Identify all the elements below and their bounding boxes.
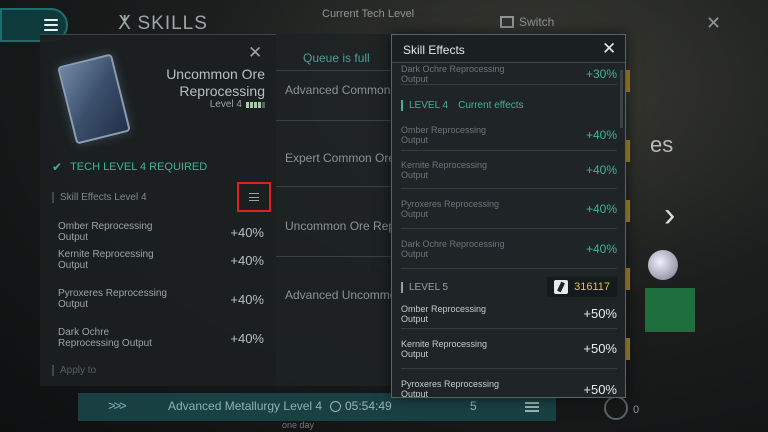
effect-name: Dark Ochre Reprocessing Output [58,327,152,349]
requirement-text: TECH LEVEL 4 REQUIRED [70,161,208,173]
level-label: LEVEL 4 [409,100,449,111]
training-task: Advanced Metallurgy Level 4 [168,399,323,413]
effect-row: Kernite Reprocessing Output +40% [58,249,264,271]
tech-level-label: Current Tech Level [322,8,415,20]
effect-row: Dark Ochre Reprocessing Output +30% [401,63,617,85]
effect-name: Pyroxeres Reprocessing Output [58,288,167,310]
effect-value: +50% [583,306,617,321]
effect-name: Omber Reprocessing Output [58,221,153,243]
effect-row: Omber Reprocessing Output +40% [58,221,264,243]
effect-value: +40% [230,252,264,268]
effect-name: Kernite Reprocessing Output [401,338,488,359]
clock-icon [330,400,341,412]
effect-value: +40% [585,201,617,216]
check-icon: ✔ [52,160,63,174]
queue-item[interactable]: Uncommon Ore Rep [285,219,395,233]
speedup-count: 0 [633,404,640,416]
level-pips [246,101,265,108]
current-effects-label: Current effects [458,100,524,111]
effects-header: Skill Effects Level 4 [52,192,147,203]
effect-value: +40% [230,291,264,307]
page-title-text: SKILLS [137,12,208,34]
green-tile[interactable] [645,288,695,332]
skill-points-cost: 316117 [547,277,617,297]
effect-row: Omber Reprocessing Output +50% [401,299,617,329]
training-count: 5 [470,399,477,413]
training-time: 05:54:49 [330,399,392,413]
skill-level-label: Level 4 [209,99,242,110]
effect-name: Dark Ochre Reprocessing Output [401,63,505,84]
modal-title: Skill Effects [403,43,465,57]
effect-name: Kernite Reprocessing Output [401,159,488,180]
effect-row: Pyroxeres Reprocessing Output +40% [58,288,264,310]
effect-name: Pyroxeres Reprocessing Output [401,379,500,398]
sp-cost-value: 316117 [574,281,610,293]
effect-name: Dark Ochre Reprocessing Output [401,238,505,259]
partial-text: es [650,132,674,157]
effect-row: Kernite Reprocessing Output +40% [401,151,617,189]
divider [276,256,396,257]
hamburger-icon [44,19,58,31]
effect-name: Kernite Reprocessing Output [58,249,154,271]
effect-name: Omber Reprocessing Output [401,124,487,145]
effect-value: +40% [230,330,264,346]
queue-item[interactable]: Expert Common Ore [285,151,395,165]
close-panel-icon[interactable]: ✕ [248,43,262,63]
skill-point-icon [554,280,569,294]
queue-item[interactable]: Advanced Uncommo [285,288,396,302]
close-icon[interactable]: ✕ [706,13,721,34]
effect-row: Omber Reprocessing Output +40% [401,119,617,151]
switch-icon [500,16,514,28]
apply-section: Apply to [52,365,96,376]
skill-detail-panel: ✕ Uncommon Ore Reprocessing Level 4 ✔ TE… [40,34,276,386]
divider [276,120,396,121]
effect-row: Dark Ochre Reprocessing Output +40% [58,327,264,349]
time-value: 05:54:49 [345,399,392,413]
effect-value: +40% [585,162,617,177]
switch-label: Switch [519,15,555,29]
skill-effects-list-button[interactable] [237,182,271,212]
close-icon[interactable]: ✕ [602,39,616,59]
queue-status: Queue is full [303,51,370,65]
level-label: LEVEL 5 [401,281,448,293]
skill-effects-modal: Skill Effects ✕ Dark Ochre Reprocessing … [391,34,626,398]
list-icon [249,193,259,201]
effect-value: +40% [230,224,264,240]
effect-value: +30% [585,66,617,81]
chevron-right-icon[interactable]: › [664,196,675,235]
effect-value: +50% [583,341,617,356]
planet-icon [648,250,678,280]
tech-requirement: ✔ TECH LEVEL 4 REQUIRED [52,160,207,174]
skills-icon: ⵅ [118,13,132,34]
effect-value: +50% [583,381,617,397]
training-arrows-icon: >>> [108,398,127,413]
modal-scrollbar[interactable] [620,70,623,128]
effect-row: Pyroxeres Reprocessing Output +50% [401,369,617,398]
effect-row: Dark Ochre Reprocessing Output +40% [401,229,617,269]
training-subtext: one day [282,420,315,430]
level-4-header: LEVEL 4 Current effects [401,100,524,111]
level-5-header: LEVEL 5 316117 [401,277,617,297]
effect-name: Omber Reprocessing Output [401,303,487,324]
skill-level: Level 4 [210,99,265,110]
skill-name: Uncommon Ore Reprocessing [166,66,265,99]
effect-value: +40% [585,241,617,256]
queue-item[interactable]: Advanced Common [285,83,390,97]
speedup-icon[interactable] [604,396,628,420]
divider [276,70,396,71]
effect-name: Pyroxeres Reprocessing Output [401,198,500,219]
queue-menu-icon[interactable] [525,402,539,412]
switch-button[interactable]: Switch [500,15,554,29]
page-title: ⵅ SKILLS [118,12,208,35]
effect-row: Pyroxeres Reprocessing Output +40% [401,189,617,229]
effect-row: Kernite Reprocessing Output +50% [401,329,617,369]
effect-value: +40% [585,127,617,142]
divider [276,186,396,187]
